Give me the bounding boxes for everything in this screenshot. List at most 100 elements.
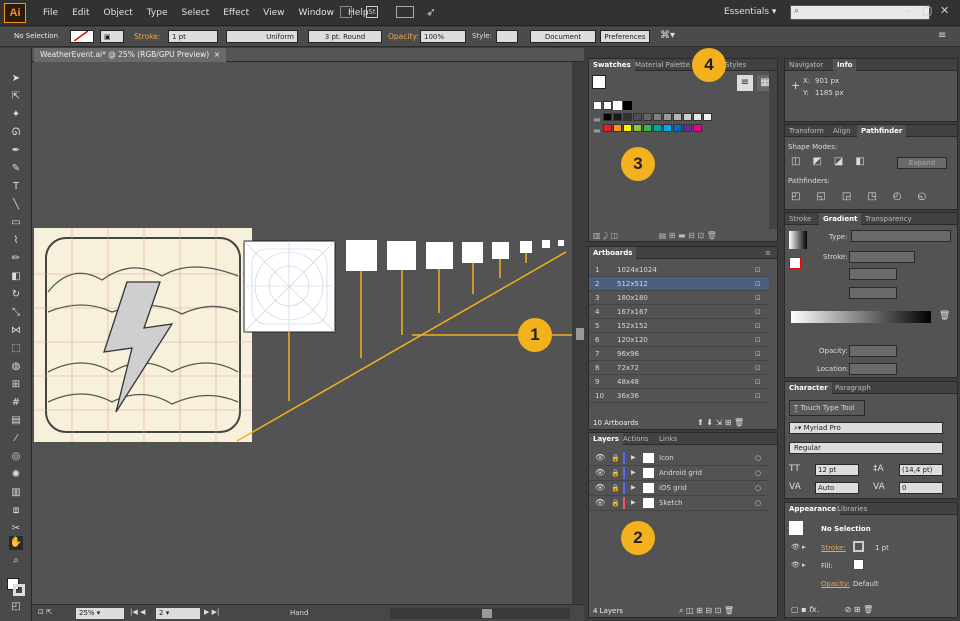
swatch-black[interactable]	[623, 101, 632, 110]
next-artboard-button[interactable]: ▶ ▶|	[204, 608, 219, 616]
menu-edit[interactable]: Edit	[65, 0, 96, 26]
swatch-none[interactable]	[593, 101, 602, 110]
appearance-footer-icons[interactable]: ▢ ▪ fx. ⊘ ⊞ 🗑	[791, 605, 873, 614]
tracking-field[interactable]: 0	[899, 482, 943, 494]
swatch-gray[interactable]	[703, 113, 712, 121]
artboards-menu-icon[interactable]: ≡	[761, 247, 775, 259]
paintbrush-icon[interactable]: ⌇	[9, 234, 23, 248]
kerning-field[interactable]: Auto	[815, 482, 859, 494]
layer-row[interactable]: 👁 🔒 ▶ Sketch ○	[589, 496, 769, 511]
tab-stroke[interactable]: Stroke	[785, 213, 815, 225]
tab-align[interactable]: Align	[829, 125, 855, 137]
swatch-gray[interactable]	[603, 113, 612, 121]
eye-icon[interactable]: 👁	[595, 481, 605, 495]
swatch-color[interactable]	[653, 124, 662, 132]
blend-tool-icon[interactable]: ◎	[9, 450, 23, 464]
rotate-icon[interactable]: ↻	[9, 288, 23, 302]
touch-type-button[interactable]: T̲ Touch Type Tool	[789, 400, 865, 416]
curvature-tool-icon[interactable]: ✎	[9, 162, 23, 176]
lock-icon[interactable]: 🔒	[611, 466, 620, 480]
workspace-switcher[interactable]: Essentials ▾	[724, 7, 776, 17]
selection-tool-icon[interactable]: ➤	[9, 72, 23, 86]
tab-swatches[interactable]: Swatches	[589, 59, 635, 71]
expand-button[interactable]: Expand	[897, 157, 947, 169]
fill-visibility-icon[interactable]: 👁 ▸	[791, 561, 806, 569]
gpu-rocket-icon[interactable]: ➶	[426, 5, 436, 19]
target-icon[interactable]: ○	[755, 481, 761, 495]
swatch-color[interactable]	[613, 124, 622, 132]
scale-icon[interactable]: ⤡	[9, 306, 23, 320]
eyedropper-icon[interactable]: ⁄	[9, 432, 23, 446]
magic-wand-icon[interactable]: ✦	[9, 108, 23, 122]
aspect-ratio-field[interactable]	[849, 287, 897, 299]
font-size-field[interactable]: 12 pt	[815, 464, 859, 476]
artboard-row[interactable]: 3 180x180 ⊡	[589, 291, 769, 305]
artboard-tool-icon[interactable]: ⧈	[9, 504, 23, 518]
tab-info[interactable]: Info	[833, 59, 857, 71]
artboard-options-icon[interactable]: ⊡	[755, 389, 761, 403]
expand-layer-icon[interactable]: ▶	[631, 496, 636, 510]
artboard-row[interactable]: 1 1024x1024 ⊡	[589, 263, 769, 277]
artboard-options-icon[interactable]: ⊡	[755, 347, 761, 361]
canvas[interactable]: 1	[32, 62, 572, 604]
swatch-color[interactable]	[683, 124, 692, 132]
swatch-gray[interactable]	[613, 113, 622, 121]
appearance-fill-swatch[interactable]	[853, 559, 864, 570]
appearance-stroke-label[interactable]: Stroke:	[821, 544, 846, 552]
tab-layers[interactable]: Layers	[589, 433, 623, 445]
gradient-slider[interactable]	[791, 311, 931, 323]
expand-layer-icon[interactable]: ▶	[631, 481, 636, 495]
artboard-row[interactable]: 4 167x167 ⊡	[589, 305, 769, 319]
horizontal-scrollbar[interactable]	[390, 608, 570, 619]
layer-footer-icons[interactable]: ⌕ ◫ ⊞ ⊟ ⊡ 🗑	[679, 606, 734, 616]
tab-material-palette[interactable]: Material Palette	[631, 59, 694, 71]
menu-file[interactable]: File	[36, 0, 65, 26]
lock-icon[interactable]: 🔒	[611, 496, 620, 510]
shape-mode-icons[interactable]: ◫◩◪◧	[791, 156, 877, 167]
vertical-scrollbar[interactable]	[572, 62, 584, 604]
artboard-row[interactable]: 10 36x36 ⊡	[589, 389, 769, 403]
eye-icon[interactable]: 👁	[595, 496, 605, 510]
fill-stroke-proxy[interactable]	[592, 75, 606, 89]
artboard-options-icon[interactable]: ⊡	[755, 333, 761, 347]
target-icon[interactable]: ○	[755, 496, 761, 510]
appearance-opacity-label[interactable]: Opacity:	[821, 580, 850, 588]
swatch-gray[interactable]	[653, 113, 662, 121]
stroke-swatch[interactable]: ▣	[100, 30, 124, 43]
zoom-field[interactable]: 25% ▾	[76, 608, 124, 619]
scroll-thumb[interactable]	[576, 328, 584, 340]
tab-navigator[interactable]: Navigator	[785, 59, 827, 71]
artboard-row[interactable]: 2 512x512 ⊡	[589, 277, 769, 291]
target-icon[interactable]: ○	[755, 451, 761, 465]
artboard-options-icon[interactable]: ⊡	[755, 319, 761, 333]
minimize-button[interactable]: –	[906, 4, 912, 17]
layer-row[interactable]: 👁 🔒 ▶ iOS grid ○	[589, 481, 769, 496]
layer-row[interactable]: 👁 🔒 ▶ Android grid ○	[589, 466, 769, 481]
gradient-opacity-field[interactable]	[849, 345, 897, 357]
artboard-nav-icon[interactable]: ⊡ ⇱	[38, 608, 52, 616]
swatch-gray[interactable]	[643, 113, 652, 121]
panel-menu-icon[interactable]: ≡	[938, 30, 946, 41]
lasso-icon[interactable]: ᘏ	[9, 126, 23, 140]
swatch-color[interactable]	[693, 124, 702, 132]
artboard-footer-icons[interactable]: ⬆ ⬇ ⇲ ⊞ 🗑	[697, 418, 744, 427]
artboard-options-icon[interactable]: ⊡	[755, 277, 761, 291]
menu-type[interactable]: Type	[140, 0, 175, 26]
gradient-tool-icon[interactable]: ▤	[9, 414, 23, 428]
column-graph-icon[interactable]: ▥	[9, 486, 23, 500]
eye-icon[interactable]: 👁	[595, 451, 605, 465]
lock-icon[interactable]: 🔒	[611, 481, 620, 495]
appearance-stroke-swatch[interactable]	[853, 541, 864, 552]
tab-transparency[interactable]: Transparency	[861, 213, 916, 225]
artboard-number-field[interactable]: 2 ▾	[156, 608, 200, 619]
swatch-registration[interactable]	[603, 101, 612, 110]
artboard-row[interactable]: 9 48x48 ⊡	[589, 375, 769, 389]
pathfinder-icons[interactable]: ◰◱◲◳◴◵	[791, 191, 942, 202]
swatch-gray[interactable]	[683, 113, 692, 121]
artboard-row[interactable]: 5 152x152 ⊡	[589, 319, 769, 333]
line-tool-icon[interactable]: ╲	[9, 198, 23, 212]
swatch-gray[interactable]	[673, 113, 682, 121]
stroke-color-icon[interactable]	[13, 584, 25, 596]
free-transform-icon[interactable]: ⬚	[9, 342, 23, 356]
lock-icon[interactable]: 🔒	[611, 451, 620, 465]
